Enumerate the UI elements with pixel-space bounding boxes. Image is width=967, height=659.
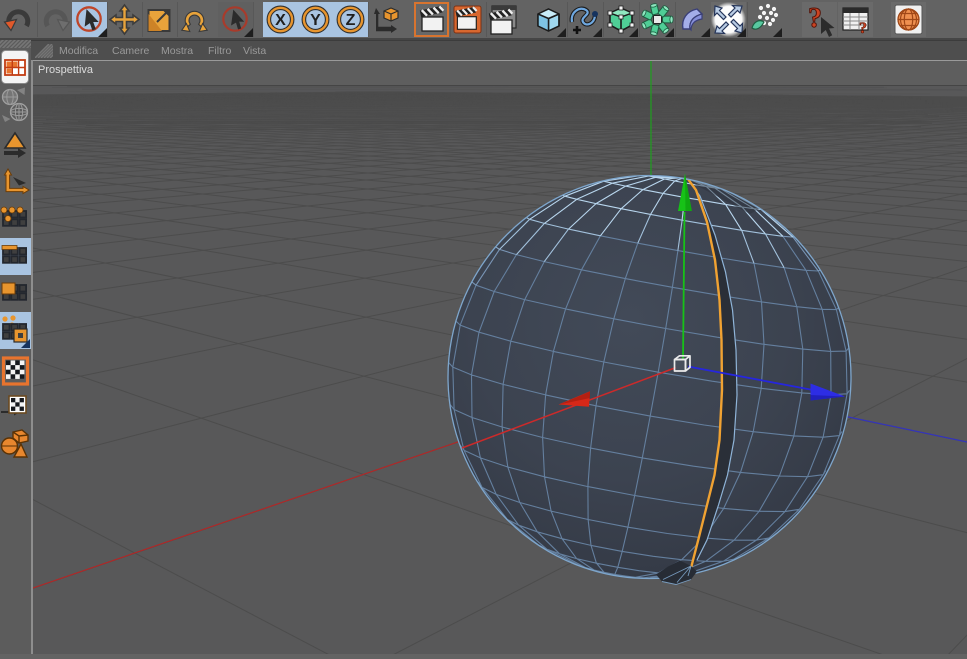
svg-text:Y: Y	[310, 12, 321, 29]
svg-text:?: ?	[859, 20, 867, 37]
svg-text:X: X	[275, 12, 286, 29]
svg-text:?: ?	[808, 3, 822, 34]
svg-text:Z: Z	[346, 12, 356, 29]
